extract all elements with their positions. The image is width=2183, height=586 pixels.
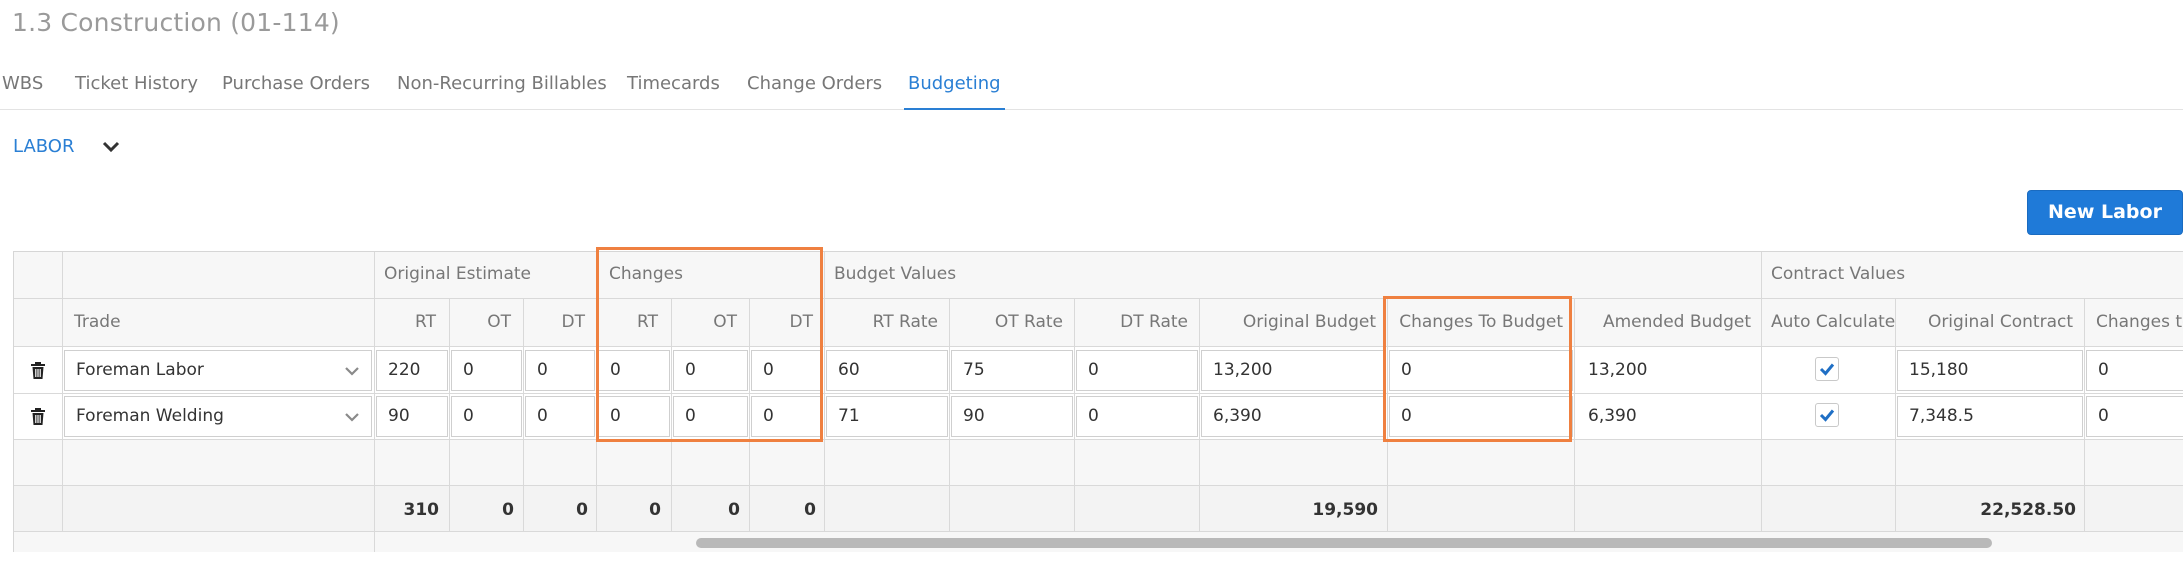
column-divider	[2084, 299, 2085, 532]
section-label-labor[interactable]: LABOR	[13, 136, 74, 157]
total-ch-ot: 0	[728, 500, 740, 520]
column-header-trade[interactable]: Trade	[74, 312, 121, 332]
tab-bar: WBS Ticket History Purchase Orders Non-R…	[0, 66, 2183, 110]
oe-ot-input[interactable]: 0	[451, 350, 522, 391]
original-budget-input[interactable]: 13,200	[1201, 350, 1386, 391]
column-divider	[749, 299, 750, 532]
column-divider	[1761, 252, 1762, 532]
ch-ot-input[interactable]: 0	[673, 350, 748, 391]
changes-to-budget-input[interactable]: 0	[1389, 396, 1573, 437]
column-header-original-budget[interactable]: Original Budget	[1200, 312, 1376, 332]
column-header-ot-rate[interactable]: OT Rate	[950, 312, 1063, 332]
column-header-ch-rt[interactable]: RT	[597, 312, 658, 332]
column-header-ch-ot[interactable]: OT	[672, 312, 737, 332]
group-changes: Changes	[609, 264, 683, 284]
trade-select[interactable]: Foreman Labor	[64, 350, 372, 391]
tab-ticket-history[interactable]: Ticket History	[75, 66, 198, 110]
oe-dt-input[interactable]: 0	[525, 350, 595, 391]
group-original-estimate: Original Estimate	[384, 264, 532, 284]
oe-dt-input[interactable]: 0	[525, 396, 595, 437]
ot-rate-input[interactable]: 75	[951, 350, 1073, 391]
ch-rt-input[interactable]: 0	[598, 396, 670, 437]
page-title: 1.3 Construction (01-114)	[12, 8, 340, 37]
column-header-oe-dt[interactable]: DT	[524, 312, 585, 332]
trash-icon[interactable]	[30, 362, 46, 380]
ch-dt-input[interactable]: 0	[751, 396, 823, 437]
original-contract-input[interactable]: 15,180	[1897, 350, 2083, 391]
column-divider	[949, 299, 950, 532]
labor-budget-grid: Original Estimate Changes Budget Values …	[13, 251, 2183, 552]
ch-ot-input[interactable]: 0	[673, 396, 748, 437]
original-budget-input[interactable]: 6,390	[1201, 396, 1386, 437]
amended-budget-value: 6,390	[1588, 406, 1637, 426]
tab-wbs[interactable]: WBS	[2, 66, 43, 110]
chevron-down-icon[interactable]	[343, 408, 361, 426]
column-header-rt-rate[interactable]: RT Rate	[825, 312, 938, 332]
total-oe-ot: 0	[502, 500, 514, 520]
horizontal-scrollbar-thumb[interactable]	[696, 538, 1992, 548]
column-divider	[1574, 299, 1575, 532]
trash-icon[interactable]	[30, 408, 46, 426]
tab-non-recurring-billables[interactable]: Non-Recurring Billables	[397, 66, 607, 110]
oe-rt-input[interactable]: 220	[376, 350, 448, 391]
changes-to-budget-input[interactable]: 0	[1389, 350, 1573, 391]
rt-rate-input[interactable]: 60	[826, 350, 948, 391]
column-divider	[671, 299, 672, 532]
column-header-auto-calculate[interactable]: Auto Calculate	[1771, 312, 1895, 332]
checkmark-icon	[1819, 363, 1835, 376]
column-header-oe-rt[interactable]: RT	[375, 312, 436, 332]
rt-rate-input[interactable]: 71	[826, 396, 948, 437]
group-budget-values: Budget Values	[834, 264, 957, 284]
column-header-dt-rate[interactable]: DT Rate	[1075, 312, 1188, 332]
column-divider	[62, 252, 63, 532]
original-contract-input[interactable]: 7,348.5	[1897, 396, 2083, 437]
total-oe-rt: 310	[403, 500, 440, 520]
tab-timecards[interactable]: Timecards	[627, 66, 720, 110]
total-ch-dt: 0	[804, 500, 816, 520]
trade-select-value: Foreman Labor	[76, 360, 204, 380]
tab-budgeting[interactable]: Budgeting	[904, 66, 1005, 110]
column-header-ch-dt[interactable]: DT	[750, 312, 813, 332]
column-header-original-contract[interactable]: Original Contract	[1896, 312, 2073, 332]
ch-rt-input[interactable]: 0	[598, 350, 670, 391]
total-oe-dt: 0	[576, 500, 588, 520]
ch-dt-input[interactable]: 0	[751, 350, 823, 391]
dt-rate-input[interactable]: 0	[1076, 350, 1198, 391]
auto-calculate-checkbox[interactable]	[1815, 357, 1839, 381]
column-divider	[1895, 299, 1896, 532]
column-divider	[1199, 299, 1200, 532]
column-divider	[596, 252, 597, 532]
amended-budget-value: 13,200	[1588, 360, 1648, 380]
changes-to-contract-input[interactable]: 0	[2086, 350, 2183, 391]
oe-rt-input[interactable]: 90	[376, 396, 448, 437]
column-divider	[824, 252, 825, 532]
chevron-down-icon[interactable]	[343, 362, 361, 380]
group-contract-values: Contract Values	[1771, 264, 1906, 284]
empty-row	[14, 440, 2183, 486]
auto-calculate-checkbox[interactable]	[1815, 403, 1839, 427]
chevron-down-icon[interactable]	[101, 137, 121, 157]
trade-select-value: Foreman Welding	[76, 406, 224, 426]
changes-to-contract-input[interactable]: 0	[2086, 396, 2183, 437]
column-divider	[523, 299, 524, 532]
total-ch-rt: 0	[649, 500, 661, 520]
column-header-changes-to-budget[interactable]: Changes To Budget	[1388, 312, 1563, 332]
column-header-changes-to-contract[interactable]: Changes to	[2096, 312, 2183, 332]
column-header-oe-ot[interactable]: OT	[450, 312, 511, 332]
checkmark-icon	[1819, 409, 1835, 422]
ot-rate-input[interactable]: 90	[951, 396, 1073, 437]
new-labor-button[interactable]: New Labor	[2027, 190, 2183, 235]
oe-ot-input[interactable]: 0	[451, 396, 522, 437]
column-divider	[1074, 299, 1075, 532]
column-header-amended-budget[interactable]: Amended Budget	[1575, 312, 1751, 332]
trade-select[interactable]: Foreman Welding	[64, 396, 372, 437]
dt-rate-input[interactable]: 0	[1076, 396, 1198, 437]
column-divider	[1387, 299, 1388, 532]
total-original-contract: 22,528.50	[1980, 500, 2076, 520]
column-divider	[449, 299, 450, 532]
tab-change-orders[interactable]: Change Orders	[747, 66, 882, 110]
total-original-budget: 19,590	[1312, 500, 1378, 520]
totals-row	[14, 486, 2183, 532]
tab-purchase-orders[interactable]: Purchase Orders	[222, 66, 370, 110]
